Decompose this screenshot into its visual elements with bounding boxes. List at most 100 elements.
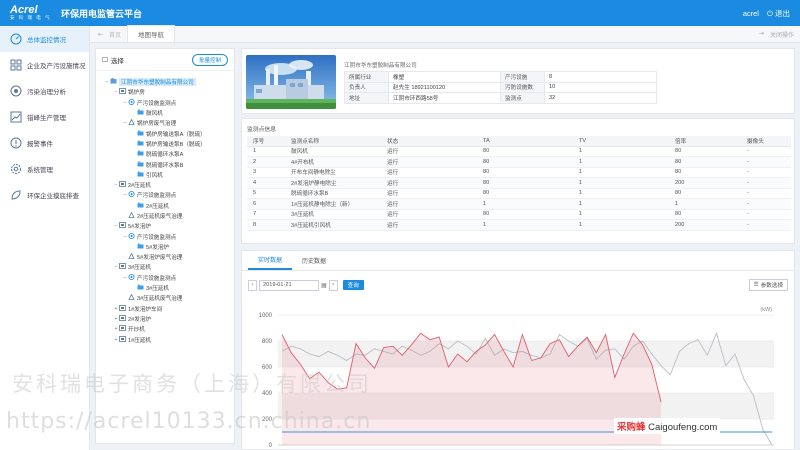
home-crumb[interactable]: 首页 [109, 30, 121, 39]
table-row[interactable]: 3 开布车间静电除尘 运行 80 1 80- [247, 167, 791, 178]
table-cell: 1 [573, 188, 669, 199]
tab-history[interactable]: 历史数据 [292, 251, 336, 270]
sidebar-item-enterprise[interactable]: 企业及产污设施情况 [0, 52, 89, 78]
sidebar-item-pollution[interactable]: 污染治理分析 [0, 78, 89, 104]
area-icon [119, 315, 128, 323]
table-cell: 80 [669, 156, 741, 168]
area-icon [119, 222, 128, 230]
forward-icon[interactable]: ⇥ [759, 30, 764, 39]
tree-node-label: 引风机 [146, 172, 163, 179]
tree-node-label: 1#压延机 [128, 337, 152, 344]
tree-node-label: 锅炉房输送泵A（脱硫） [146, 131, 206, 138]
table-row[interactable]: 6 1#压延机静电除尘（新） 运行 1 1 1- [247, 198, 791, 210]
table-cell: 80 [669, 167, 741, 178]
tree-device-node[interactable]: 锅炉房输送泵B（脱硫） [100, 139, 230, 149]
tree-treatment-node[interactable]: 2#压延机废气治理 [100, 211, 230, 221]
device-icon [137, 284, 146, 292]
table-cell: 200 [669, 177, 741, 189]
sidebar-item-system[interactable]: 系统管理 [0, 156, 89, 182]
tree-device-node[interactable]: 脱硫循环水泵A [100, 149, 230, 159]
power-icon: ⏻ [766, 8, 773, 18]
checkbox-icon[interactable]: ☐ [102, 56, 108, 64]
table-cell: 1 [669, 198, 741, 210]
tree-monitor-group-node[interactable]: − 产污设施监测点 [100, 273, 230, 283]
chart-controls: ‹ ▦ › 查询 ☰ 参数选择 [248, 279, 788, 291]
sidebar-item-survey[interactable]: 环保企业摸底排查 [0, 182, 89, 208]
table-row[interactable]: 2 4#开布机 运行 80 1 80- [247, 156, 791, 168]
tab-realtime[interactable]: 实时数据 [248, 251, 293, 270]
table-row[interactable]: 4 2#发泡炉静电除尘 运行 80 1 200- [247, 177, 791, 189]
table-cell: 4#开布机 [285, 156, 381, 168]
table-row[interactable]: 5 脱硫循环水泵B 运行 80 1 80- [247, 188, 791, 199]
tree-area-node[interactable]: − 锅炉房 [100, 87, 230, 97]
area-icon [119, 304, 128, 313]
table-cell: 3 [247, 167, 285, 178]
tree-treatment-node[interactable]: 5#发泡炉废气治理 [100, 252, 230, 262]
area-icon [119, 263, 128, 271]
tree-area-node[interactable]: +2#发泡炉 [100, 314, 230, 324]
tree-area-node[interactable]: −2#压延机 [100, 180, 230, 190]
table-cell: 3#压延机引风机 [285, 219, 381, 231]
sidebar-item-peak[interactable]: 错峰生产管理 [0, 104, 89, 130]
table-cell: 运行 [381, 209, 477, 220]
table-cell: 5 [247, 188, 285, 199]
table-cell: 1#压延机静电除尘（新） [285, 198, 381, 210]
tree-device-node[interactable]: 鼓风机 [100, 108, 230, 118]
table-cell: 200 [669, 219, 741, 231]
tree-monitor-group-node[interactable]: − 产污设施监测点 [100, 98, 230, 108]
tree-area-node[interactable]: + 开炒机 [100, 324, 230, 334]
table-cell: 鼓风机 [285, 146, 381, 157]
tree-company-node[interactable]: − 江阴市华东塑胶制品有限公司 [100, 77, 230, 87]
treatment-icon [128, 294, 137, 302]
tree-device-node[interactable]: 引风机 [100, 170, 230, 180]
tree-device-node[interactable]: 3#压延机 [100, 283, 230, 293]
sidebar-item-overview[interactable]: 总体监控情况 [0, 26, 89, 52]
tree-area-node[interactable]: −5#发泡炉 [100, 221, 230, 231]
tree-area-node[interactable]: −3#压延机 [100, 262, 230, 272]
sidebar-item-alarm[interactable]: 报警事件 [0, 130, 89, 156]
tree-monitor-group-node[interactable]: − 产污设施监测点 [100, 190, 230, 200]
y-tick-label: 1000 [259, 313, 273, 319]
info-value: 10 [544, 81, 657, 93]
username[interactable]: acrel [743, 9, 759, 18]
tree-node-label: 2#压延机 [128, 183, 152, 190]
treatment-icon [128, 253, 137, 261]
info-key: 所属行业 [344, 71, 389, 83]
y-tick-label: 0 [269, 443, 273, 449]
column-header: 序号 [247, 136, 285, 147]
tree-node-label: 3#压延机 [146, 286, 170, 293]
date-input[interactable] [259, 279, 319, 291]
tree-node-label: 2#压延机 [146, 203, 170, 210]
table-cell: - [741, 156, 791, 168]
info-value: 橡塑 [388, 71, 501, 83]
parameter-select-button[interactable]: ☰ 参数选择 [748, 279, 788, 291]
table-cell: 80 [477, 156, 573, 168]
tree-device-node[interactable]: 5#发泡炉 [100, 242, 230, 252]
tree-area-node[interactable]: +1#压延机 [100, 334, 230, 344]
back-icon[interactable]: ⇤ [98, 31, 103, 38]
monitor-group-icon [128, 232, 137, 241]
next-date-button[interactable]: › [328, 279, 338, 291]
watermark-brand-en: Caigoufeng.com [648, 422, 718, 433]
tree-treatment-node[interactable]: 3#压延机废气治理 [100, 293, 230, 303]
batch-control-button[interactable]: 批量控制 [191, 53, 228, 66]
logout-button[interactable]: ⏻ 退出 [767, 8, 790, 19]
tree-monitor-group-node[interactable]: − 产污设施监测点 [100, 231, 230, 241]
query-button[interactable]: 查询 [342, 280, 364, 290]
close-tabs-dropdown[interactable]: 关闭操作 [770, 30, 794, 39]
tree-area-node[interactable]: +1#发泡炉车间 [100, 304, 230, 314]
table-cell: - [741, 209, 791, 220]
table-row[interactable]: 8 3#压延机引风机 运行 1 1 200- [247, 219, 791, 231]
table-cell: 脱硫循环水泵B [285, 188, 381, 199]
tree-device-node[interactable]: 脱硫循环水泵B [100, 159, 230, 169]
tab-map-navigation[interactable]: 地图导航 [127, 25, 176, 43]
prev-date-button[interactable]: ‹ [248, 279, 257, 291]
tree-device-node[interactable]: 锅炉房输送泵A（脱硫） [100, 128, 230, 138]
grid-icon [10, 59, 22, 71]
table-row[interactable]: 1 鼓风机 运行 80 1 80- [247, 146, 791, 157]
tree-device-node[interactable]: 2#压延机 [100, 201, 230, 211]
calendar-icon[interactable]: ▦ [321, 282, 327, 289]
table-row[interactable]: 7 3#压延机 运行 80 1 80- [247, 209, 791, 220]
table-cell: 运行 [381, 188, 477, 199]
tree-treatment-node[interactable]: − 锅炉房废气治理 [100, 118, 230, 128]
